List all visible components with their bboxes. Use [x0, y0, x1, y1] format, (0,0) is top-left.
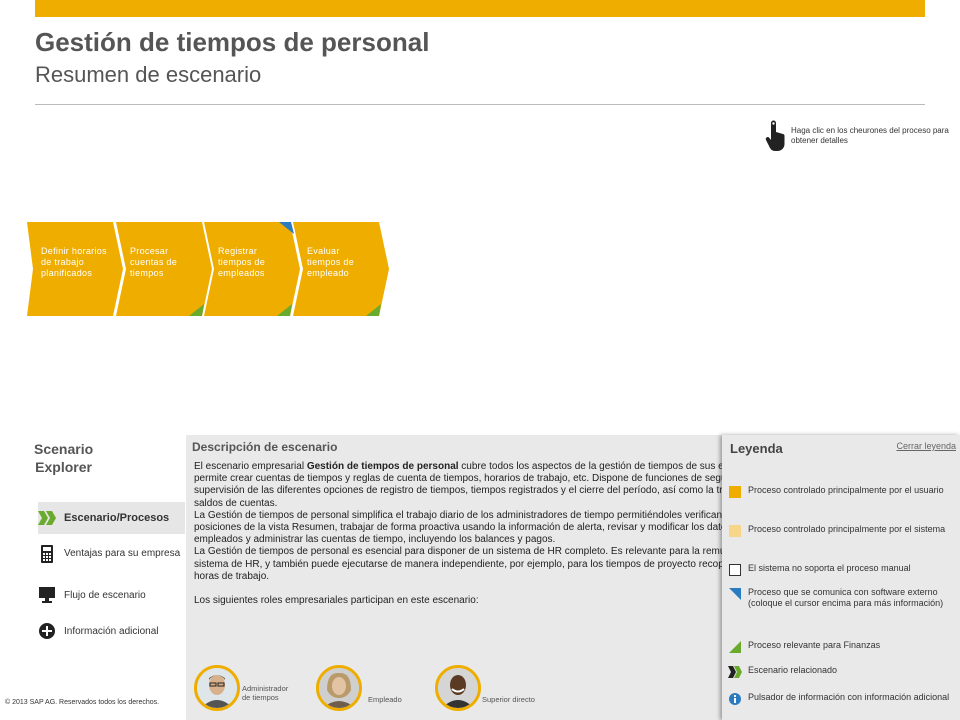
pointer-hand-icon: [765, 120, 785, 151]
legend-item-manual-process: El sistema no soporta el proceso manual: [728, 563, 952, 577]
legend-panel: Leyenda Cerrar leyenda Proceso controlad…: [722, 435, 960, 720]
scenario-description-panel: Descripción de escenario El escenario em…: [186, 435, 726, 720]
top-accent-bar: [35, 0, 925, 17]
explorer-item-label: Flujo de escenario: [64, 589, 146, 601]
description-body: El escenario empresarial Gestión de tiem…: [194, 461, 726, 607]
process-step-label: Definir horarios de trabajo planificados: [41, 246, 107, 278]
description-paragraph-4: Los siguientes roles empresariales parti…: [194, 595, 479, 607]
description-p1-bold: Gestión de tiempos de personal: [306, 461, 459, 472]
legend-title: Leyenda: [730, 441, 783, 456]
explorer-item-label: Escenario/Procesos: [64, 512, 170, 524]
description-paragraph-2: La Gestión de tiempos de personal simpli…: [194, 509, 726, 546]
plus-circle-icon: [38, 622, 56, 640]
legend-item-system-process: Proceso controlado principalmente por el…: [728, 524, 952, 538]
legend-item-label: Pulsador de información con información …: [748, 692, 950, 702]
page-subtitle: Resumen de escenario: [35, 62, 262, 87]
legend-item-label: Proceso relevante para Finanzas: [748, 640, 881, 650]
role-label: Administrador de tiempos: [242, 684, 288, 702]
role-employee[interactable]: [316, 665, 362, 711]
scenario-explorer-title: Scenario Explorer: [34, 440, 93, 476]
legend-item-label: El sistema no soporta el proceso manual: [748, 563, 911, 573]
process-step-label: Registrar tiempos de empleados: [218, 246, 266, 278]
legend-item-user-process: Proceso controlado principalmente por el…: [728, 485, 952, 499]
finance-icon: [728, 640, 742, 654]
header-divider: [35, 104, 925, 105]
monitor-icon: [38, 586, 56, 604]
legend-item-external-software: Proceso que se comunica con software ext…: [728, 587, 952, 609]
explorer-item-label: Ventajas para su empresa: [64, 548, 181, 559]
legend-item-info-button: Pulsador de información con información …: [728, 692, 952, 706]
explorer-title-line1: Scenario: [34, 441, 94, 457]
double-chevron-icon: [38, 509, 56, 527]
calculator-icon: [38, 545, 56, 563]
role-direct-manager[interactable]: [435, 665, 481, 711]
process-step-record-times[interactable]: Registrar tiempos de empleados: [204, 222, 302, 316]
legend-item-finance: Proceso relevante para Finanzas: [728, 640, 952, 654]
process-step-label: Procesar cuentas de tiempos: [130, 246, 178, 278]
legend-item-label: Proceso controlado principalmente por el…: [748, 485, 944, 495]
copyright-footer: © 2013 SAP AG. Reservados todos los dere…: [5, 699, 160, 706]
click-hint: Haga clic en los cheurones del proceso p…: [765, 120, 960, 152]
process-step-process-accounts[interactable]: Procesar cuentas de tiempos: [116, 222, 214, 316]
related-scenario-icon: [728, 665, 742, 679]
role-label: Superior directo: [482, 695, 535, 704]
avatar: [316, 665, 362, 711]
role-time-administrator[interactable]: [194, 665, 240, 711]
role-label-line2: de tiempos: [242, 693, 279, 702]
explorer-item-business-benefits[interactable]: Ventajas para su empresa: [38, 545, 185, 563]
user-process-icon: [728, 485, 742, 499]
system-process-icon: [728, 524, 742, 538]
legend-item-label: Escenario relacionado: [748, 665, 838, 675]
info-icon: [728, 692, 742, 706]
description-paragraph-1: El escenario empresarial Gestión de tiem…: [194, 461, 726, 510]
legend-item-label: Proceso que se comunica con software ext…: [748, 587, 944, 608]
description-paragraph-3: La Gestión de tiempos de personal es ese…: [194, 546, 726, 582]
explorer-item-scenario-processes[interactable]: Escenario/Procesos: [38, 502, 185, 534]
click-hint-text: Haga clic en los cheurones del proceso p…: [791, 126, 949, 145]
close-legend-link[interactable]: Cerrar leyenda: [896, 441, 956, 451]
explorer-item-label: Información adicional: [64, 625, 159, 637]
legend-item-label: Proceso controlado principalmente por el…: [748, 524, 946, 534]
explorer-item-additional-info[interactable]: Información adicional: [38, 622, 185, 640]
page-title: Gestión de tiempos de personal: [35, 27, 430, 57]
process-step-define-schedules[interactable]: Definir horarios de trabajo planificados: [27, 222, 125, 316]
role-label-line1: Administrador: [242, 684, 289, 693]
description-title: Descripción de escenario: [192, 440, 338, 454]
manual-process-icon: [728, 563, 742, 577]
description-p1-prefix: El escenario empresarial: [194, 461, 307, 472]
legend-item-related-scenario: Escenario relacionado: [728, 665, 952, 679]
process-step-label: Evaluar tiempos de empleado: [307, 246, 355, 278]
explorer-title-line2: Explorer: [35, 459, 92, 475]
process-step-evaluate-times[interactable]: Evaluar tiempos de empleado: [293, 222, 391, 316]
role-label: Empleado: [368, 695, 402, 704]
roles-row: Administrador de tiempos Empleado Superi…: [186, 663, 726, 720]
avatar: [435, 665, 481, 711]
external-software-icon: [728, 587, 742, 601]
avatar: [194, 665, 240, 711]
explorer-item-scenario-flow[interactable]: Flujo de escenario: [38, 586, 185, 604]
